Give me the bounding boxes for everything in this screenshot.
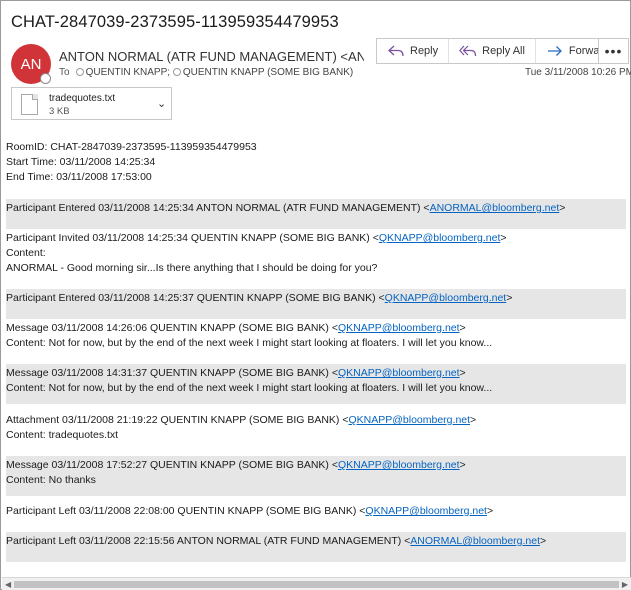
reply-label: Reply [410,45,439,57]
text-file-icon [21,94,38,115]
email-link[interactable]: QKNAPP@bloomberg.net [338,367,460,379]
chat-entry: Participant Invited 03/11/2008 14:25:34 … [6,231,626,276]
email-link[interactable]: QKNAPP@bloomberg.net [338,322,460,334]
recipient-1[interactable]: QUENTIN KNAPP; [86,67,170,78]
forward-icon [547,46,562,56]
entry-header: Participant Entered 03/11/2008 14:25:34 … [6,202,430,214]
room-id: RoomID: CHAT-2847039-2373595-11395935447… [6,141,257,153]
entry-header: Participant Entered 03/11/2008 14:25:37 … [6,292,385,304]
reply-all-label: Reply All [482,45,525,57]
entry-header: Message 03/11/2008 14:31:37 QUENTIN KNAP… [6,367,338,379]
recipient-presence-icon [75,68,84,76]
entry-header: Attachment 03/11/2008 21:19:22 QUENTIN K… [6,414,349,426]
entry-header: Participant Invited 03/11/2008 14:25:34 … [6,232,379,244]
chat-entry: Message 03/11/2008 14:31:37 QUENTIN KNAP… [6,364,626,404]
attachment-card[interactable]: tradequotes.txt 3 KB ⌄ [11,87,172,120]
attachment-name: tradequotes.txt [49,93,116,104]
message-subject: CHAT-2847039-2373595-113959354479953 [11,13,339,31]
entry-header: Participant Left 03/11/2008 22:08:00 QUE… [6,505,366,517]
chat-entry: Participant Left 03/11/2008 22:15:56 ANT… [6,532,626,562]
reply-button[interactable]: Reply [377,39,450,63]
recipient-2[interactable]: QUENTIN KNAPP (SOME BIG BANK) [183,67,353,78]
entry-tail: > [459,459,466,471]
message-body: RoomID: CHAT-2847039-2373595-11395935447… [6,140,626,562]
message-actions: Reply Reply All Forward [376,38,621,64]
attachment-size: 3 KB [49,106,70,117]
entry-header: Participant Left 03/11/2008 22:15:56 ANT… [6,535,411,547]
horizontal-scrollbar[interactable]: ◀ ▶ [2,577,631,590]
chat-entry: Attachment 03/11/2008 21:19:22 QUENTIN K… [6,413,626,443]
entry-content: Content: No thanks [6,474,96,486]
entry-content: Content: tradequotes.txt [6,429,119,441]
received-date: Tue 3/11/2008 10:26 PM [525,67,631,78]
chat-entry: Participant Left 03/11/2008 22:08:00 QUE… [6,504,626,522]
email-link[interactable]: ANORMAL@bloomberg.net [430,202,560,214]
chat-entry: Participant Entered 03/11/2008 14:25:34 … [6,199,626,229]
recipients-line: To QUENTIN KNAPP; QUENTIN KNAPP (SOME BIG… [59,67,353,78]
to-label: To [59,67,70,78]
entry-tail: > [470,414,477,426]
scroll-left-icon[interactable]: ◀ [5,580,11,589]
recipient-presence-icon [172,68,181,76]
avatar-initials: AN [20,55,42,73]
start-time: Start Time: 03/11/2008 14:25:34 [6,156,156,168]
entry-tail: > [459,322,466,334]
entry-header: Message 03/11/2008 14:26:06 QUENTIN KNAP… [6,322,338,334]
reply-all-icon [459,45,477,57]
chat-entry: Participant Entered 03/11/2008 14:25:37 … [6,289,626,319]
message-reading-pane: CHAT-2847039-2373595-113959354479953 AN … [0,0,631,590]
chat-entry: Message 03/11/2008 14:26:06 QUENTIN KNAP… [6,321,626,351]
entry-tail: > [459,367,466,379]
entry-tail: > [559,202,566,214]
more-actions-button[interactable]: ••• [598,38,629,64]
entry-content: Content: Not for now, but by the end of … [6,337,493,349]
sender-name[interactable]: ANTON NORMAL (ATR FUND MANAGEMENT) <ANOR… [59,49,364,64]
more-icon: ••• [604,43,623,59]
end-time: End Time: 03/11/2008 17:53:00 [6,171,152,183]
entry-content: Content: Not for now, but by the end of … [6,382,493,394]
email-link[interactable]: ANORMAL@bloomberg.net [410,535,540,547]
entry-content: ANORMAL - Good morning sir...Is there an… [6,262,378,274]
email-link[interactable]: QKNAPP@bloomberg.net [365,505,487,517]
email-link[interactable]: QKNAPP@bloomberg.net [385,292,507,304]
email-link[interactable]: QKNAPP@bloomberg.net [379,232,501,244]
presence-status-icon [40,73,51,84]
entry-content-label: Content: [6,247,46,259]
email-link[interactable]: QKNAPP@bloomberg.net [338,459,460,471]
reply-icon [388,45,404,57]
scroll-right-icon[interactable]: ▶ [622,580,628,589]
entry-header: Message 03/11/2008 17:52:27 QUENTIN KNAP… [6,459,338,471]
reply-all-button[interactable]: Reply All [449,39,536,63]
entry-tail: > [486,505,494,517]
entry-tail: > [506,292,513,304]
scrollbar-thumb[interactable] [14,581,619,588]
entry-tail: > [540,535,547,547]
chat-entry: Message 03/11/2008 17:52:27 QUENTIN KNAP… [6,456,626,496]
chevron-down-icon[interactable]: ⌄ [157,97,166,110]
email-link[interactable]: QKNAPP@bloomberg.net [348,414,470,426]
entry-tail: > [500,232,507,244]
